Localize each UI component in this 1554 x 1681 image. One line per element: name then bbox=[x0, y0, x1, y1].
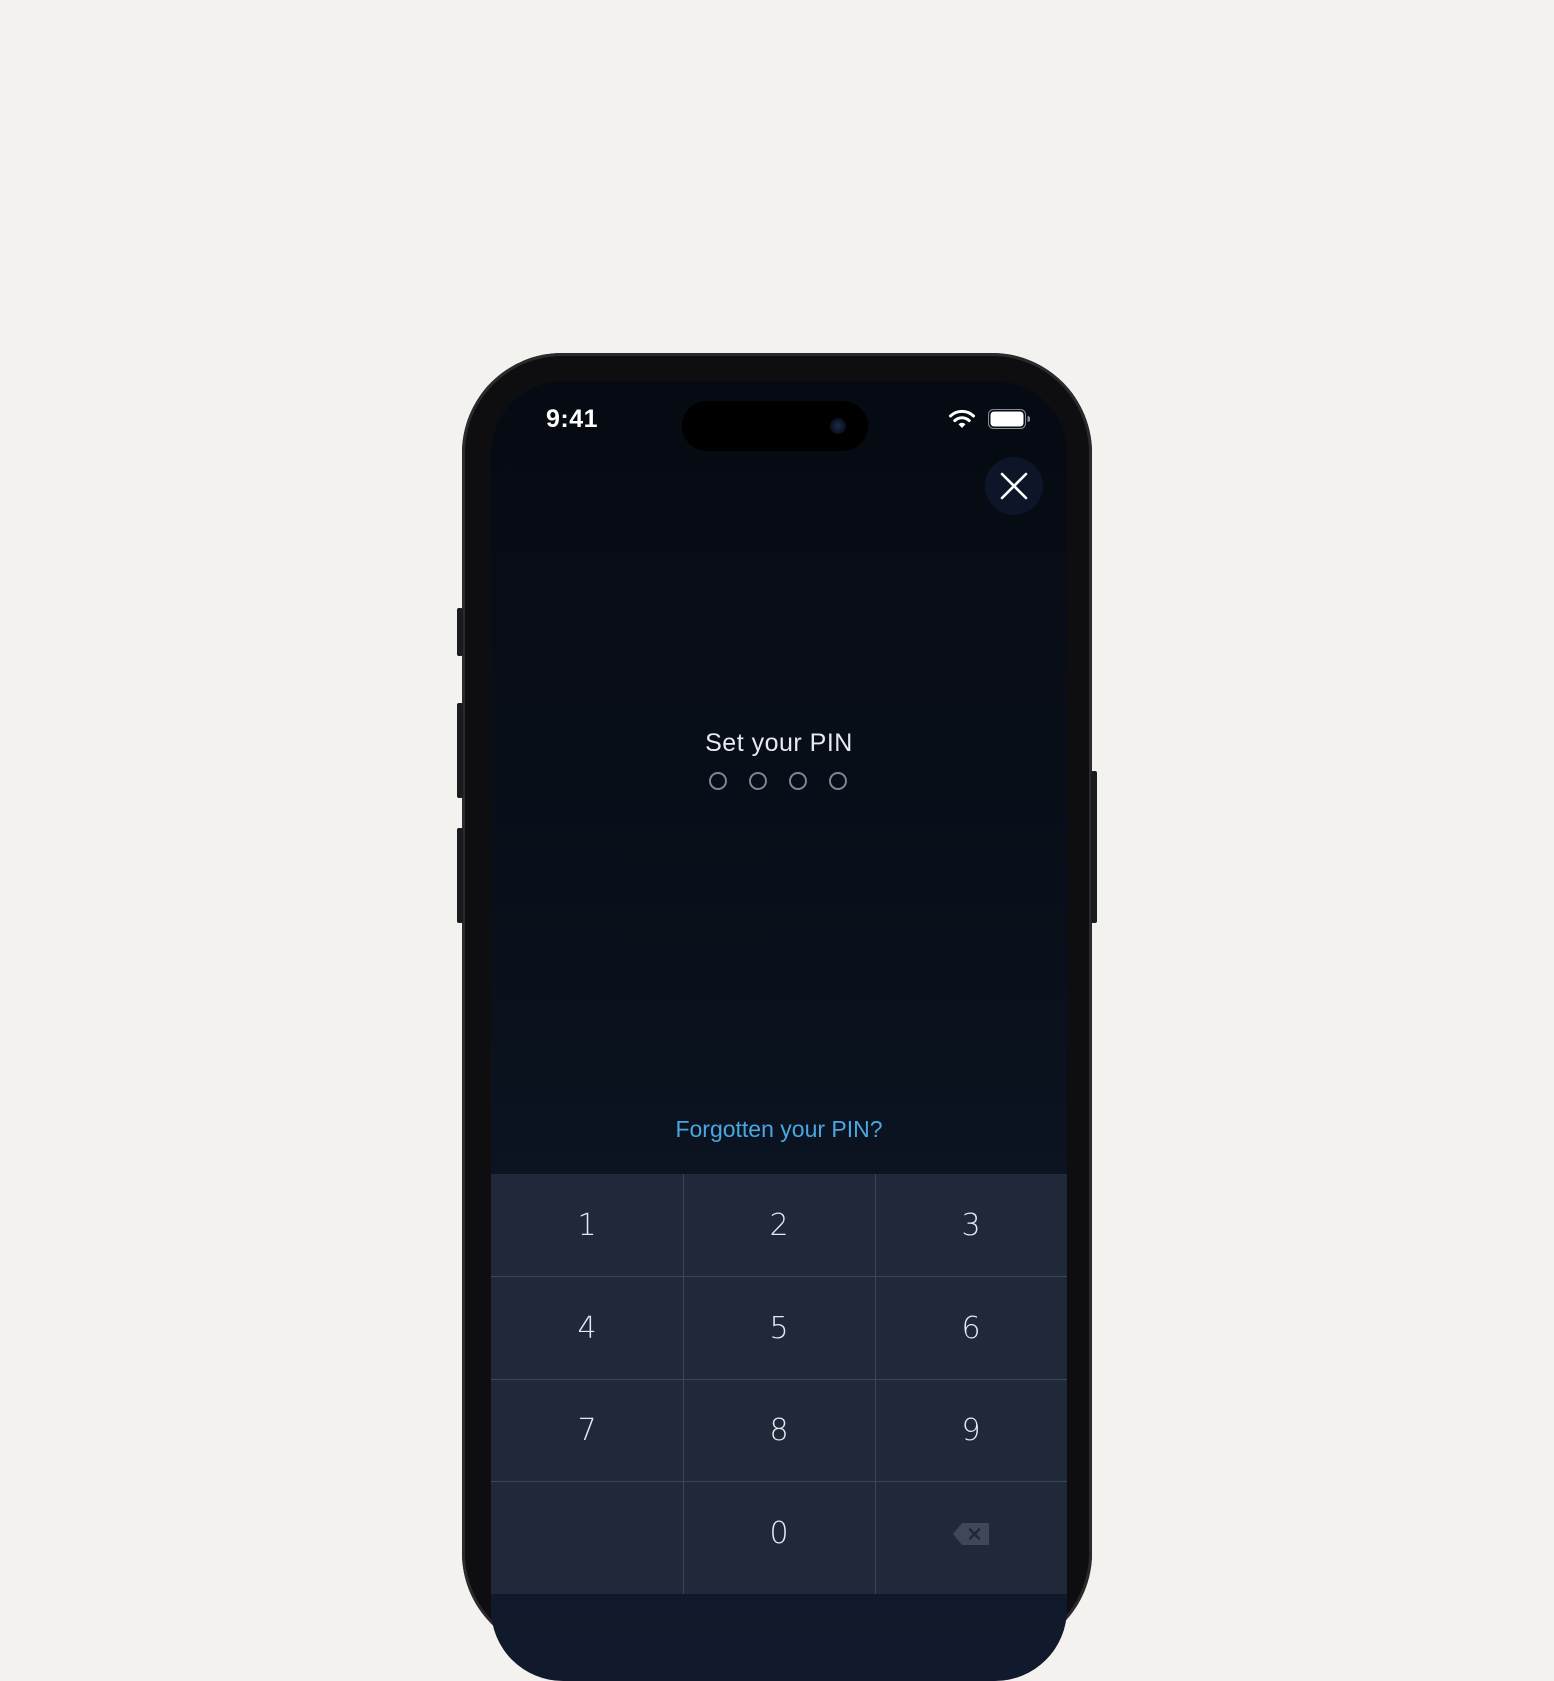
pin-dot bbox=[709, 772, 727, 790]
volume-down-button bbox=[457, 828, 463, 923]
dynamic-island bbox=[682, 401, 868, 451]
status-time: 9:41 bbox=[546, 405, 599, 433]
pin-dot bbox=[749, 772, 767, 790]
pin-dot bbox=[829, 772, 847, 790]
phone-frame: 9:41 Set your PIN Forgotten your PIN? 1 … bbox=[457, 353, 1097, 1681]
app-screen: 9:41 Set your PIN Forgotten your PIN? 1 … bbox=[491, 381, 1067, 1681]
key-3[interactable]: 3 bbox=[875, 1174, 1067, 1277]
pin-indicator bbox=[709, 772, 847, 790]
key-9[interactable]: 9 bbox=[875, 1379, 1067, 1482]
close-button[interactable] bbox=[985, 457, 1043, 515]
camera-icon bbox=[830, 418, 846, 434]
key-4[interactable]: 4 bbox=[491, 1277, 683, 1380]
key-empty bbox=[491, 1482, 683, 1585]
key-0[interactable]: 0 bbox=[683, 1482, 875, 1585]
key-6[interactable]: 6 bbox=[875, 1277, 1067, 1380]
pin-dot bbox=[789, 772, 807, 790]
action-button bbox=[457, 608, 463, 656]
key-7[interactable]: 7 bbox=[491, 1379, 683, 1482]
battery-icon bbox=[988, 409, 1030, 429]
key-8[interactable]: 8 bbox=[683, 1379, 875, 1482]
close-icon bbox=[1000, 472, 1028, 500]
key-1[interactable]: 1 bbox=[491, 1174, 683, 1277]
power-button bbox=[1091, 771, 1097, 923]
numeric-keypad: 1 2 3 4 5 6 7 8 9 0 bbox=[491, 1174, 1067, 1594]
wifi-icon bbox=[949, 409, 975, 428]
page-title: Set your PIN bbox=[705, 729, 853, 757]
backspace-button[interactable] bbox=[875, 1482, 1067, 1585]
forgot-pin-link[interactable]: Forgotten your PIN? bbox=[491, 1116, 1067, 1143]
key-5[interactable]: 5 bbox=[683, 1277, 875, 1380]
volume-up-button bbox=[457, 703, 463, 798]
key-2[interactable]: 2 bbox=[683, 1174, 875, 1277]
backspace-icon bbox=[953, 1522, 989, 1545]
